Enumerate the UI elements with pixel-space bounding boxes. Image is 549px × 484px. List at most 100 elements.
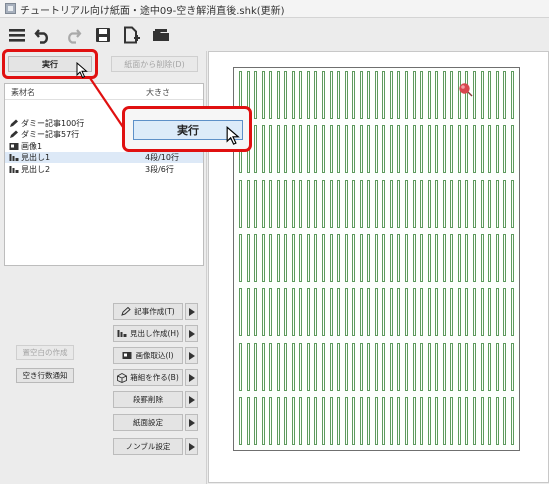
line-column — [382, 125, 386, 174]
line-column — [299, 71, 303, 119]
paper-tier — [237, 71, 516, 119]
line-column — [465, 342, 469, 391]
import-image-arrow-button[interactable] — [185, 347, 198, 364]
delete-column-rule-button[interactable]: 段罫削除 — [113, 391, 183, 408]
open-folder-icon[interactable] — [148, 22, 174, 48]
line-column — [314, 233, 318, 282]
line-column — [450, 342, 454, 391]
make-box-arrow-button[interactable] — [185, 369, 198, 386]
line-column — [412, 342, 416, 391]
line-column — [389, 342, 393, 391]
pencil-icon — [10, 119, 18, 127]
line-column — [329, 396, 333, 445]
check-blank-button[interactable]: 置空白の作成 — [16, 345, 74, 360]
line-column — [322, 71, 326, 119]
list-item[interactable]: 見出し1 4段/10行 — [5, 152, 203, 163]
line-column — [261, 288, 265, 337]
line-column — [269, 396, 273, 445]
make-box-button[interactable]: 箱組を作る(B) — [113, 369, 183, 386]
box-icon — [117, 372, 128, 383]
line-column — [239, 342, 242, 391]
item-name: 見出し2 — [21, 165, 51, 174]
line-column — [420, 125, 424, 174]
line-column — [389, 179, 393, 228]
line-column — [510, 125, 514, 174]
line-column — [246, 396, 250, 445]
line-column — [291, 233, 295, 282]
line-column — [352, 288, 356, 337]
line-column — [397, 396, 401, 445]
line-column — [420, 396, 424, 445]
line-column — [488, 396, 492, 445]
page-number-settings-arrow-button[interactable] — [185, 438, 198, 455]
line-column — [442, 342, 446, 391]
line-column — [322, 233, 326, 282]
delete-column-rule-arrow-button[interactable] — [185, 391, 198, 408]
import-image-button[interactable]: 画像取込(I) — [113, 347, 183, 364]
line-column — [405, 179, 409, 228]
page-number-settings-button[interactable]: ノンブル設定 — [113, 438, 183, 455]
mouse-cursor-icon — [76, 62, 88, 79]
line-column — [374, 288, 378, 337]
line-column — [322, 288, 326, 337]
line-column — [352, 71, 356, 119]
line-column — [246, 288, 250, 337]
line-column — [480, 179, 484, 228]
line-column — [435, 396, 439, 445]
line-column — [503, 288, 507, 337]
line-column — [442, 233, 446, 282]
line-column — [465, 396, 469, 445]
menu-icon[interactable] — [4, 22, 30, 48]
line-column — [510, 233, 514, 282]
line-column — [359, 342, 363, 391]
item-name: 見出し1 — [21, 153, 51, 162]
undo-icon[interactable] — [30, 22, 56, 48]
line-column — [389, 288, 393, 337]
notify-blank-lines-button[interactable]: 空き行数通知 — [16, 368, 74, 383]
line-column — [405, 342, 409, 391]
line-column — [239, 288, 242, 337]
line-column — [389, 233, 393, 282]
line-column — [510, 396, 514, 445]
line-column — [510, 71, 514, 119]
line-column — [435, 342, 439, 391]
line-column — [367, 71, 371, 119]
redo-icon[interactable] — [60, 22, 86, 48]
new-document-icon[interactable] — [118, 22, 144, 48]
line-column — [472, 396, 476, 445]
line-column — [269, 342, 273, 391]
paper-settings-arrow-button[interactable] — [185, 414, 198, 431]
line-column — [397, 233, 401, 282]
create-article-button[interactable]: 記事作成(T) — [113, 303, 183, 320]
line-column — [472, 233, 476, 282]
line-column — [239, 179, 242, 228]
toolbar — [0, 19, 549, 51]
line-column — [389, 125, 393, 174]
line-column — [284, 179, 288, 228]
line-column — [427, 342, 431, 391]
create-article-arrow-button[interactable] — [185, 303, 198, 320]
list-item[interactable]: 見出し2 3段/6行 — [5, 164, 203, 175]
line-column — [450, 233, 454, 282]
pushpin-icon[interactable] — [458, 82, 474, 98]
line-column — [450, 179, 454, 228]
paper-sheet[interactable] — [208, 51, 549, 483]
line-column — [299, 179, 303, 228]
line-column — [284, 233, 288, 282]
page-number-settings-label: ノンブル設定 — [125, 442, 171, 451]
line-column — [276, 342, 280, 391]
line-column — [405, 71, 409, 119]
line-column — [314, 125, 318, 174]
line-column — [503, 125, 507, 174]
headline-icon — [117, 330, 127, 337]
line-column — [261, 179, 265, 228]
line-column — [374, 179, 378, 228]
paper-settings-button[interactable]: 紙面設定 — [113, 414, 183, 431]
create-headline-arrow-button[interactable] — [185, 325, 198, 342]
paper-grid — [233, 67, 520, 451]
line-column — [329, 125, 333, 174]
line-column — [276, 179, 280, 228]
save-icon[interactable] — [90, 22, 116, 48]
remove-from-paper-button[interactable]: 紙面から削除(D) — [111, 56, 198, 72]
create-headline-button[interactable]: 見出し作成(H) — [113, 325, 183, 342]
